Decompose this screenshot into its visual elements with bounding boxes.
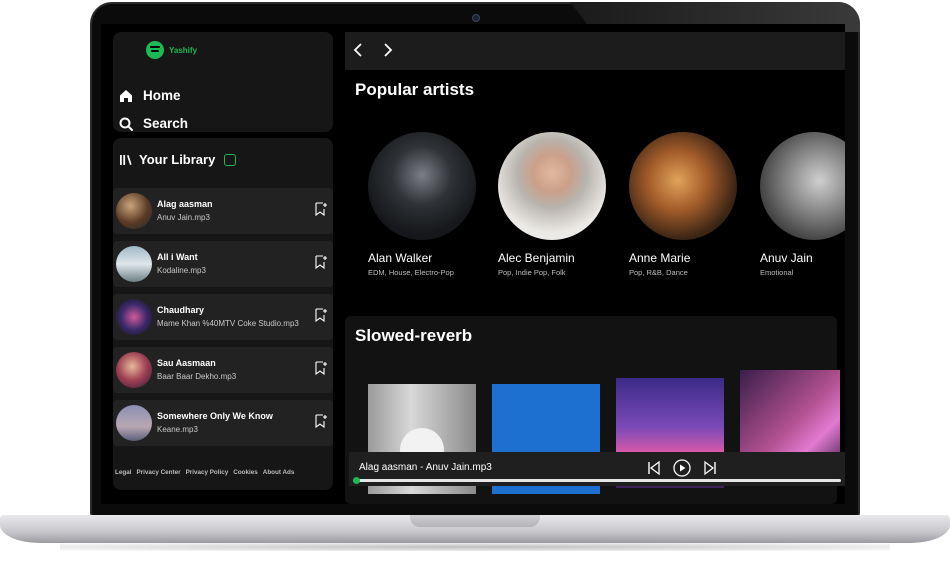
artist-photo <box>629 132 737 240</box>
progress-handle[interactable] <box>353 477 360 484</box>
song-title: Somewhere Only We Know <box>157 411 273 421</box>
forward-arrow-icon[interactable] <box>379 42 395 58</box>
add-playlist-icon[interactable] <box>315 202 327 216</box>
song-title: Chaudhary <box>157 305 205 315</box>
add-playlist-icon[interactable] <box>315 361 327 375</box>
song-title: Sau Aasmaan <box>157 358 216 368</box>
footer-link-about-ads[interactable]: About Ads <box>263 469 295 476</box>
footer-link-cookies[interactable]: Cookies <box>233 469 258 476</box>
library-icon <box>120 154 132 165</box>
add-playlist-icon[interactable] <box>315 255 327 269</box>
footer-links: Legal Privacy Center Privacy Policy Cook… <box>115 469 294 476</box>
slowed-reverb-title: Slowed-reverb <box>355 326 473 345</box>
song-cover <box>116 405 152 441</box>
artist-card[interactable]: Alan Walker EDM, House, Electro-Pop <box>368 132 478 277</box>
laptop-shadow <box>60 543 890 551</box>
song-file: Mame Khan %40MTV Coke Studio.mp3 <box>157 319 299 328</box>
song-file: Anuv Jain.mp3 <box>157 213 210 222</box>
nav-home-label: Home <box>143 88 181 103</box>
library-song[interactable]: Somewhere Only We Know Keane.mp3 <box>113 400 333 446</box>
footer-link-legal[interactable]: Legal <box>115 469 131 476</box>
back-arrow-icon[interactable] <box>351 42 367 58</box>
home-icon <box>120 89 132 102</box>
next-icon[interactable] <box>701 459 719 477</box>
artist-name: Anuv Jain <box>760 251 813 265</box>
song-title: Alag aasman <box>157 199 213 209</box>
search-icon <box>119 117 133 131</box>
nav-search-label: Search <box>143 116 189 131</box>
nav-panel: Yashify Home Search <box>113 32 333 132</box>
library-song[interactable]: Alag aasman Anuv Jain.mp3 <box>113 188 333 234</box>
artist-card[interactable]: Anne Marie Pop, R&B, Dance <box>629 132 739 277</box>
song-file: Keane.mp3 <box>157 425 198 434</box>
add-playlist-icon[interactable] <box>315 308 327 322</box>
library-song[interactable]: Chaudhary Mame Khan %40MTV Coke Studio.m… <box>113 294 333 340</box>
library-badge-icon[interactable] <box>224 153 237 166</box>
song-cover <box>116 193 152 229</box>
artist-card[interactable]: Alec Benjamin Pop, Indie Pop, Folk <box>498 132 608 277</box>
play-icon[interactable] <box>673 459 691 477</box>
footer-link-privacy-center[interactable]: Privacy Center <box>136 469 180 476</box>
artist-photo <box>498 132 606 240</box>
app-name: Yashify <box>169 45 198 55</box>
library-song[interactable]: All i Want Kodaline.mp3 <box>113 241 333 287</box>
song-file: Baar Baar Dekho.mp3 <box>157 372 237 381</box>
song-title: All i Want <box>157 252 198 262</box>
artist-name: Alec Benjamin <box>498 251 575 265</box>
artist-genre: Pop, Indie Pop, Folk <box>498 268 566 277</box>
artist-genre: Pop, R&B, Dance <box>629 268 688 277</box>
app-logo[interactable]: Yashify <box>146 41 197 59</box>
song-cover <box>116 352 152 388</box>
logo-icon <box>146 41 164 59</box>
artist-photo <box>368 132 476 240</box>
artist-name: Anne Marie <box>629 251 691 265</box>
top-bar <box>345 32 845 70</box>
now-playing-label: Alag aasman - Anuv Jain.mp3 <box>359 462 492 473</box>
laptop-base-notch <box>410 515 540 527</box>
song-cover <box>116 299 152 335</box>
library-title: Your Library <box>139 152 216 167</box>
library-song[interactable]: Sau Aasmaan Baar Baar Dekho.mp3 <box>113 347 333 393</box>
artist-photo <box>760 132 845 240</box>
artist-genre: EDM, House, Electro-Pop <box>368 268 454 277</box>
library-panel: Your Library Alag aasman Anuv Jain.mp3 A… <box>113 138 333 490</box>
app-window: Yashify Home Search Your Library Alag aa… <box>101 24 845 504</box>
artist-name: Alan Walker <box>368 251 433 265</box>
library-header[interactable]: Your Library <box>119 152 237 167</box>
webcam <box>472 14 480 22</box>
add-playlist-icon[interactable] <box>315 414 327 428</box>
footer-link-privacy-policy[interactable]: Privacy Policy <box>186 469 229 476</box>
popular-artists-title: Popular artists <box>355 80 475 99</box>
song-file: Kodaline.mp3 <box>157 266 206 275</box>
artist-card[interactable]: Anuv Jain Emotional <box>760 132 845 277</box>
previous-icon[interactable] <box>645 459 663 477</box>
artist-genre: Emotional <box>760 268 794 277</box>
progress-track[interactable] <box>353 479 841 482</box>
song-cover <box>116 246 152 282</box>
nav-search[interactable]: Search <box>119 116 188 131</box>
nav-home[interactable]: Home <box>119 88 181 103</box>
